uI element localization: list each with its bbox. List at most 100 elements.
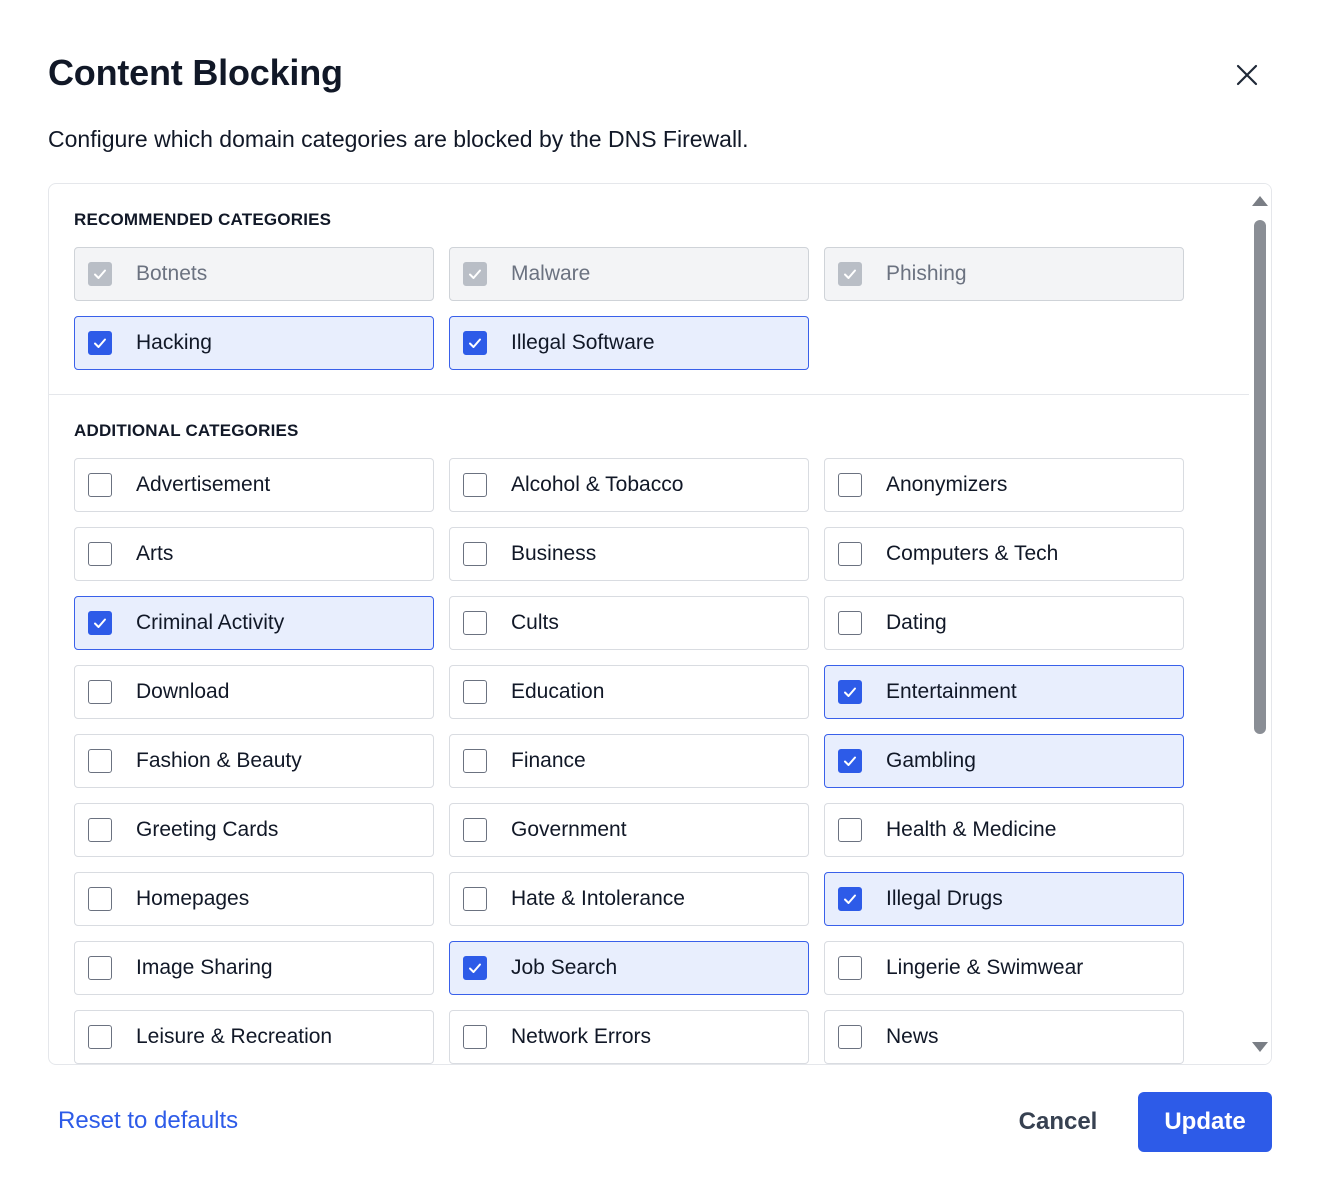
checkmark-icon	[844, 756, 856, 766]
category-label: Leisure & Recreation	[136, 1025, 333, 1048]
checkbox[interactable]	[463, 542, 487, 566]
checkbox[interactable]	[88, 473, 112, 497]
category-dating[interactable]: Dating	[824, 596, 1184, 650]
content-blocking-dialog: Content Blocking Configure which domain …	[0, 0, 1320, 1200]
dialog-subtitle: Configure which domain categories are bl…	[48, 126, 749, 152]
category-health-and-medicine[interactable]: Health & Medicine	[824, 803, 1184, 857]
checkmark-icon	[469, 963, 481, 973]
checkbox[interactable]	[463, 611, 487, 635]
checkbox[interactable]	[463, 749, 487, 773]
checkbox[interactable]	[88, 1025, 112, 1049]
checkbox[interactable]	[463, 887, 487, 911]
update-button[interactable]: Update	[1138, 1092, 1272, 1152]
category-business[interactable]: Business	[449, 527, 809, 581]
checkbox[interactable]	[88, 542, 112, 566]
category-label: Malware	[511, 262, 591, 285]
checkbox[interactable]	[88, 749, 112, 773]
category-leisure-and-recreation[interactable]: Leisure & Recreation	[74, 1010, 434, 1064]
checkbox	[88, 262, 112, 286]
category-label: Illegal Drugs	[886, 887, 1003, 910]
category-label: News	[886, 1025, 939, 1048]
checkbox[interactable]	[463, 818, 487, 842]
section-divider	[49, 394, 1249, 395]
checkbox[interactable]	[88, 680, 112, 704]
category-advertisement[interactable]: Advertisement	[74, 458, 434, 512]
category-job-search[interactable]: Job Search	[449, 941, 809, 995]
category-illegal-software[interactable]: Illegal Software	[449, 316, 809, 370]
checkbox[interactable]	[838, 542, 862, 566]
category-entertainment[interactable]: Entertainment	[824, 665, 1184, 719]
checkmark-icon	[469, 338, 481, 348]
checkmark-icon	[94, 338, 106, 348]
category-government[interactable]: Government	[449, 803, 809, 857]
checkbox[interactable]	[463, 680, 487, 704]
category-label: Job Search	[511, 956, 618, 979]
category-label: Greeting Cards	[136, 818, 279, 841]
close-button[interactable]	[1228, 56, 1266, 94]
category-hacking[interactable]: Hacking	[74, 316, 434, 370]
checkbox[interactable]	[838, 956, 862, 980]
category-news[interactable]: News	[824, 1010, 1184, 1064]
additional-section-label: ADDITIONAL CATEGORIES	[74, 421, 299, 440]
category-image-sharing[interactable]: Image Sharing	[74, 941, 434, 995]
checkmark-icon	[844, 894, 856, 904]
cancel-button[interactable]: Cancel	[994, 1092, 1122, 1152]
scroll-down-arrow[interactable]	[1252, 1042, 1268, 1052]
checkbox[interactable]	[463, 1025, 487, 1049]
category-cults[interactable]: Cults	[449, 596, 809, 650]
reset-to-defaults-link[interactable]: Reset to defaults	[58, 1107, 238, 1135]
category-label: Criminal Activity	[136, 611, 285, 634]
category-criminal-activity[interactable]: Criminal Activity	[74, 596, 434, 650]
checkbox[interactable]	[838, 611, 862, 635]
checkbox[interactable]	[838, 680, 862, 704]
checkmark-icon	[94, 269, 106, 279]
category-download[interactable]: Download	[74, 665, 434, 719]
category-label: Dating	[886, 611, 947, 634]
categories-panel: RECOMMENDED CATEGORIES Botnets Malware Phi…	[48, 183, 1272, 1065]
checkbox[interactable]	[88, 818, 112, 842]
category-label: Entertainment	[886, 680, 1017, 703]
category-arts[interactable]: Arts	[74, 527, 434, 581]
category-fashion-and-beauty[interactable]: Fashion & Beauty	[74, 734, 434, 788]
category-lingerie-and-swimwear[interactable]: Lingerie & Swimwear	[824, 941, 1184, 995]
category-label: Computers & Tech	[886, 542, 1059, 565]
category-label: Education	[511, 680, 605, 703]
category-hate-and-intolerance[interactable]: Hate & Intolerance	[449, 872, 809, 926]
checkbox[interactable]	[838, 749, 862, 773]
category-label: Anonymizers	[886, 473, 1008, 496]
scroll-up-arrow[interactable]	[1252, 196, 1268, 206]
category-computers-and-tech[interactable]: Computers & Tech	[824, 527, 1184, 581]
category-anonymizers[interactable]: Anonymizers	[824, 458, 1184, 512]
category-education[interactable]: Education	[449, 665, 809, 719]
checkbox[interactable]	[463, 473, 487, 497]
recommended-section-label: RECOMMENDED CATEGORIES	[74, 210, 332, 229]
category-network-errors[interactable]: Network Errors	[449, 1010, 809, 1064]
checkbox[interactable]	[88, 887, 112, 911]
dialog-title: Content Blocking	[48, 52, 343, 93]
scrollbar-thumb[interactable]	[1254, 220, 1266, 734]
category-label: Alcohol & Tobacco	[511, 473, 684, 496]
checkbox[interactable]	[838, 887, 862, 911]
checkbox[interactable]	[838, 1025, 862, 1049]
category-gambling[interactable]: Gambling	[824, 734, 1184, 788]
checkbox[interactable]	[88, 611, 112, 635]
checkbox[interactable]	[88, 956, 112, 980]
category-finance[interactable]: Finance	[449, 734, 809, 788]
category-illegal-drugs[interactable]: Illegal Drugs	[824, 872, 1184, 926]
category-label: Government	[511, 818, 627, 841]
close-icon	[1236, 64, 1258, 86]
checkbox[interactable]	[838, 473, 862, 497]
checkbox	[838, 262, 862, 286]
checkbox[interactable]	[463, 331, 487, 355]
category-label: Hate & Intolerance	[511, 887, 685, 910]
recommended-grid: Botnets Malware Phishing Hacking Illegal Sof…	[74, 247, 1184, 370]
category-phishing: Phishing	[824, 247, 1184, 301]
checkbox[interactable]	[463, 956, 487, 980]
category-greeting-cards[interactable]: Greeting Cards	[74, 803, 434, 857]
category-homepages[interactable]: Homepages	[74, 872, 434, 926]
category-alcohol-and-tobacco[interactable]: Alcohol & Tobacco	[449, 458, 809, 512]
checkbox[interactable]	[88, 331, 112, 355]
checkbox[interactable]	[838, 818, 862, 842]
category-label: Illegal Software	[511, 331, 655, 354]
checkmark-icon	[844, 687, 856, 697]
